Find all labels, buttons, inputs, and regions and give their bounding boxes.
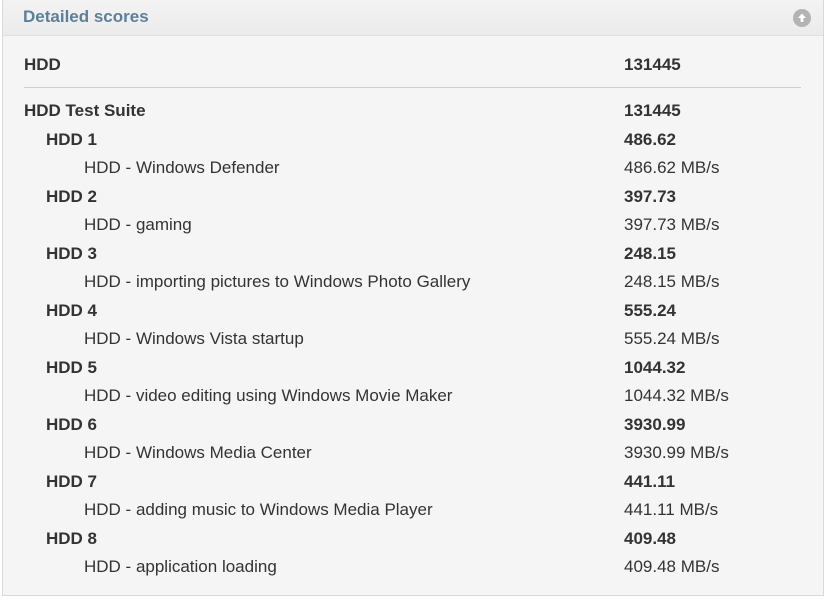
test-label: HDD - importing pictures to Windows Phot… — [84, 272, 471, 291]
test-value: 486.62 MB/s — [624, 158, 720, 177]
scores-table: HDD 131445 HDD Test Suite 131445 HDD 1 4… — [3, 36, 823, 582]
test-value: 409.48 MB/s — [624, 557, 720, 576]
test-row: HDD - Windows Media Center 3930.99 MB/s — [3, 439, 823, 468]
group-value: 1044.32 — [624, 357, 686, 377]
group-label: HDD 2 — [46, 186, 98, 206]
test-label: HDD - video editing using Windows Movie … — [84, 386, 453, 405]
test-label: HDD - adding music to Windows Media Play… — [84, 500, 433, 519]
group-value: 397.73 — [624, 186, 676, 206]
test-row: HDD - application loading 409.48 MB/s — [3, 553, 823, 582]
test-label: HDD - Windows Vista startup — [84, 329, 304, 348]
test-row: HDD - importing pictures to Windows Phot… — [3, 268, 823, 297]
test-value: 1044.32 MB/s — [624, 386, 729, 405]
arrow-up-circle-icon — [798, 13, 806, 22]
test-value: 248.15 MB/s — [624, 272, 720, 291]
group-label: HDD 8 — [46, 528, 98, 548]
test-label: HDD - gaming — [84, 215, 192, 234]
group-value: 248.15 — [624, 243, 676, 263]
group-value: 555.24 — [624, 300, 676, 320]
group-value: 441.11 — [624, 471, 676, 491]
group-row: HDD 2 397.73 — [3, 183, 823, 212]
group-row: HDD 5 1044.32 — [3, 354, 823, 383]
panel-header[interactable]: Detailed scores — [3, 0, 823, 36]
test-row: HDD - Windows Vista startup 555.24 MB/s — [3, 325, 823, 354]
group-label: HDD 7 — [46, 471, 98, 491]
summary-label: HDD — [24, 55, 61, 74]
panel-title: Detailed scores — [23, 7, 149, 26]
group-row: HDD 4 555.24 — [3, 297, 823, 326]
group-row: HDD 6 3930.99 — [3, 411, 823, 440]
collapse-button[interactable] — [793, 9, 811, 27]
group-row: HDD 8 409.48 — [3, 525, 823, 554]
score-rows: HDD Test Suite 131445 HDD 1 486.62 HDD -… — [3, 88, 823, 582]
test-label: HDD - Windows Defender — [84, 158, 280, 177]
group-row: HDD 7 441.11 — [3, 468, 823, 497]
group-value: 409.48 — [624, 528, 676, 548]
test-row: HDD - video editing using Windows Movie … — [3, 382, 823, 411]
group-label: HDD 4 — [46, 300, 98, 320]
test-value: 3930.99 MB/s — [624, 443, 729, 462]
group-value: 486.62 — [624, 129, 676, 149]
test-label: HDD - application loading — [84, 557, 277, 576]
group-label: HDD 1 — [46, 129, 98, 149]
test-value: 441.11 MB/s — [624, 500, 719, 519]
group-label: HDD 3 — [46, 243, 98, 263]
summary-row: HDD 131445 — [24, 36, 801, 88]
group-row: HDD 3 248.15 — [3, 240, 823, 269]
suite-label: HDD Test Suite — [24, 101, 146, 120]
test-row: HDD - Windows Defender 486.62 MB/s — [3, 154, 823, 183]
group-row: HDD 1 486.62 — [3, 126, 823, 155]
suite-row: HDD Test Suite 131445 — [3, 97, 823, 126]
suite-value: 131445 — [624, 101, 681, 120]
test-row: HDD - adding music to Windows Media Play… — [3, 496, 823, 525]
group-label: HDD 5 — [46, 357, 98, 377]
test-label: HDD - Windows Media Center — [84, 443, 312, 462]
summary-value: 131445 — [624, 55, 681, 74]
test-row: HDD - gaming 397.73 MB/s — [3, 211, 823, 240]
group-label: HDD 6 — [46, 414, 98, 434]
test-value: 397.73 MB/s — [624, 215, 720, 234]
group-value: 3930.99 — [624, 414, 686, 434]
test-value: 555.24 MB/s — [624, 329, 720, 348]
detailed-scores-panel: Detailed scores HDD 131445 HDD Test Suit… — [2, 0, 824, 596]
